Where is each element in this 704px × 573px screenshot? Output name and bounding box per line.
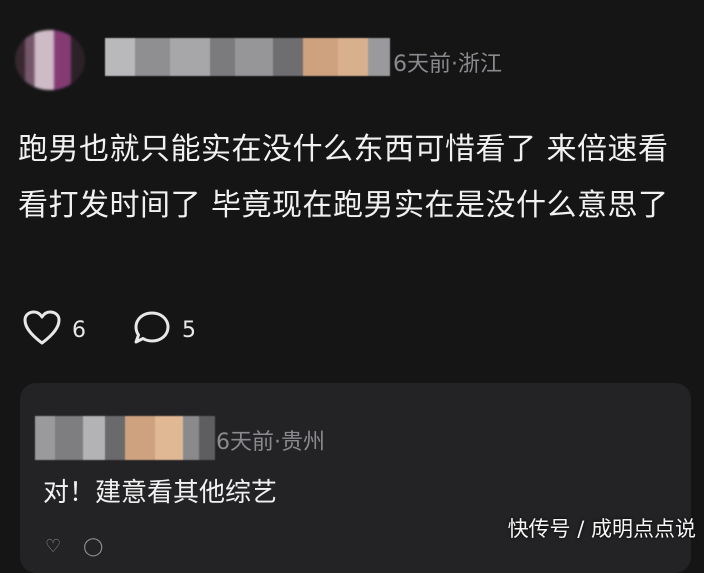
- heart-icon: [22, 309, 62, 351]
- post-text: 跑男也就只能实在没什么东西可惜看了 来倍速看看打发时间了 毕竟现在跑男实在是没什…: [18, 132, 669, 223]
- reply-comment-icon[interactable]: ◯: [83, 536, 103, 557]
- reply-text: 对！建意看其他综艺: [43, 478, 278, 508]
- like-count: 6: [72, 317, 86, 343]
- user-avatar[interactable]: [15, 30, 85, 90]
- comment-count: 5: [182, 317, 196, 343]
- username-redacted[interactable]: [105, 38, 390, 76]
- comment-button[interactable]: 5: [132, 310, 196, 350]
- speech-bubble-icon: [132, 309, 172, 351]
- reply-heart-icon[interactable]: ♡: [45, 536, 61, 557]
- watermark: 快传号 / 成明点点说: [507, 517, 696, 541]
- post-time-location: 6天前·浙江: [393, 52, 502, 77]
- reply-username-redacted[interactable]: [35, 416, 215, 460]
- reply-time-location: 6天前·贵州: [216, 430, 325, 455]
- like-button[interactable]: 6: [22, 310, 86, 350]
- reply-actions: ♡ ◯: [45, 536, 103, 557]
